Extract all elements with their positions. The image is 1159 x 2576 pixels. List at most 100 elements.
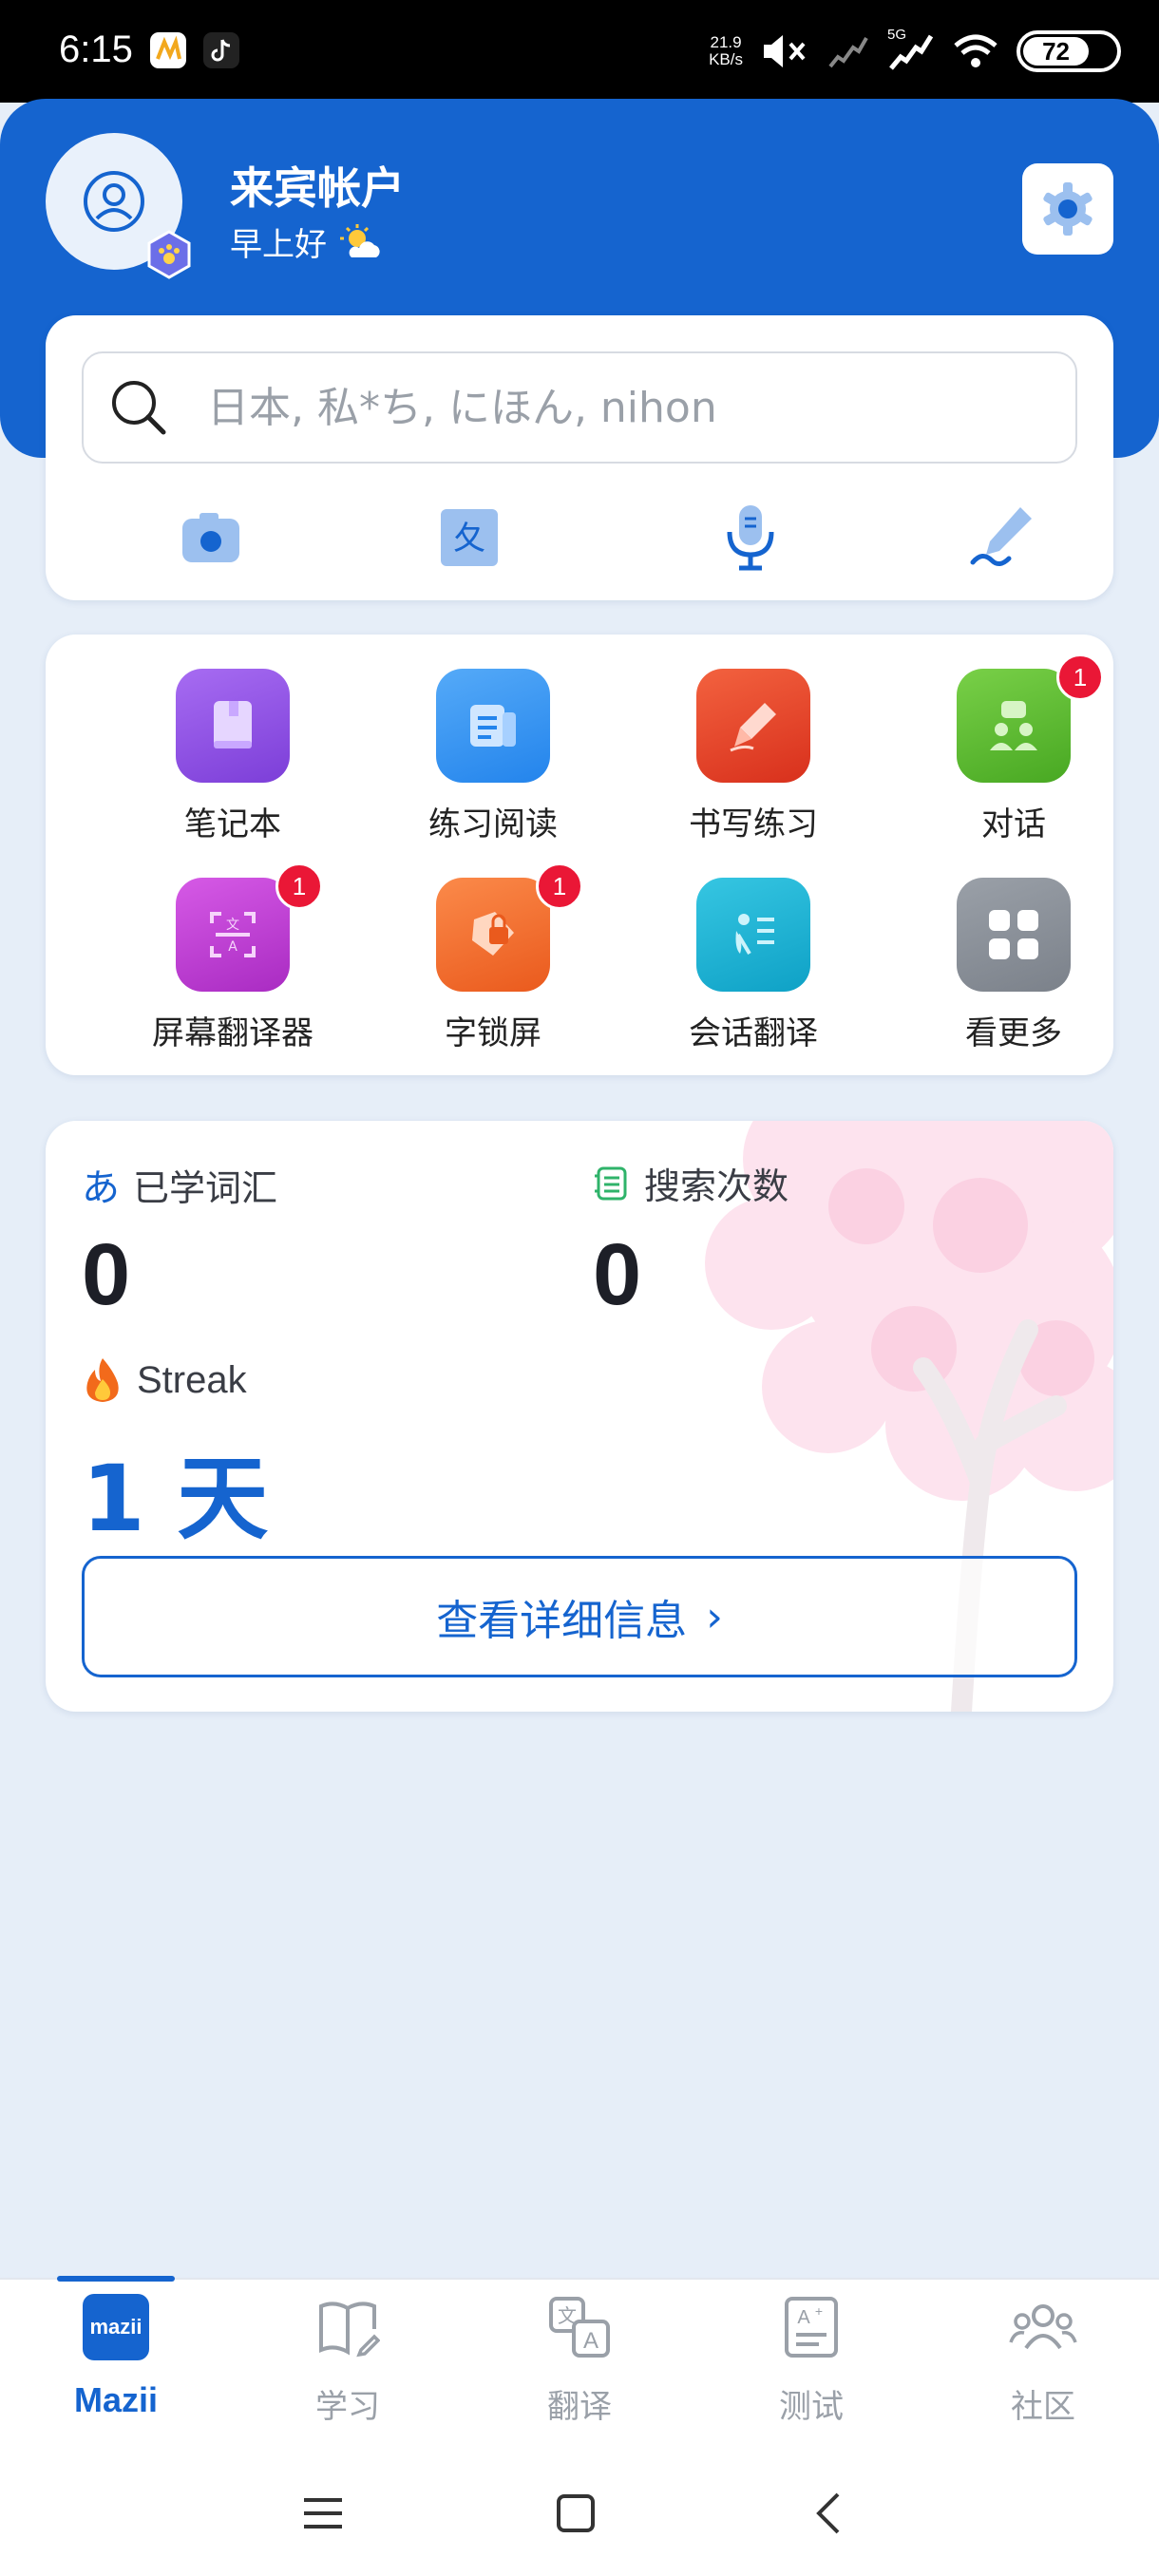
app-screen-translator[interactable]: 文A 1 屏幕翻译器 bbox=[114, 843, 352, 1052]
app-conversation[interactable]: 1 对话 bbox=[895, 635, 1132, 843]
app-see-more[interactable]: 看更多 bbox=[895, 843, 1132, 1052]
app-label: 字锁屏 bbox=[445, 1014, 542, 1052]
app-label: 笔记本 bbox=[184, 805, 281, 843]
community-icon bbox=[1009, 2293, 1077, 2361]
handwriting-button[interactable] bbox=[963, 500, 1039, 576]
app-label: 对话 bbox=[981, 805, 1046, 843]
translate-icon: 夂 bbox=[441, 509, 498, 566]
view-details-label: 查看详细信息 bbox=[436, 1597, 688, 1645]
account-title[interactable]: 来宾帐户 bbox=[230, 154, 405, 217]
search-icon bbox=[112, 381, 166, 435]
svg-text:夂: 夂 bbox=[453, 520, 485, 558]
mute-icon bbox=[764, 35, 806, 67]
app-notebook[interactable]: 笔记本 bbox=[114, 635, 352, 843]
tab-label: Mazii bbox=[73, 2380, 158, 2419]
reading-icon bbox=[436, 669, 550, 783]
notification-badge: 1 bbox=[536, 862, 583, 910]
streak-value: 1 天 bbox=[82, 1446, 269, 1552]
search-box[interactable] bbox=[82, 351, 1077, 464]
voice-button[interactable] bbox=[712, 500, 788, 576]
tab-label: 翻译 bbox=[547, 2388, 612, 2426]
signal-5g-icon: 5G bbox=[887, 27, 935, 72]
app-label: 练习阅读 bbox=[428, 805, 558, 843]
svg-text:A: A bbox=[228, 939, 238, 955]
paw-badge-icon bbox=[147, 230, 191, 279]
app-lock-screen[interactable]: 1 字锁屏 bbox=[374, 843, 612, 1052]
search-count-value: 0 bbox=[593, 1226, 642, 1323]
search-history-icon bbox=[595, 1166, 627, 1200]
camera-button[interactable] bbox=[173, 500, 249, 576]
status-icons: 21.9 KB/s 5G 72 bbox=[709, 23, 1121, 80]
status-time: 6:15 bbox=[59, 28, 133, 70]
back-chevron-icon bbox=[816, 2492, 840, 2534]
status-bar: 6:15 21.9 KB/s 5G 72 bbox=[0, 0, 1159, 103]
svg-text:+: + bbox=[815, 2303, 823, 2319]
learned-vocab-value: 0 bbox=[82, 1226, 131, 1323]
svg-text:A: A bbox=[797, 2307, 810, 2328]
screen-translate-icon: 文A bbox=[176, 878, 290, 992]
app-writing-practice[interactable]: 书写练习 bbox=[635, 635, 872, 843]
book-icon bbox=[314, 2293, 382, 2361]
chevron-right-icon: › bbox=[706, 1592, 723, 1641]
app-talk-translate[interactable]: 会话翻译 bbox=[635, 843, 872, 1052]
home-button[interactable] bbox=[538, 2475, 614, 2551]
active-tab-indicator bbox=[57, 2276, 175, 2282]
tab-label: 学习 bbox=[315, 2388, 380, 2426]
network-speed: 21.9 KB/s bbox=[709, 33, 743, 68]
tab-label: 测试 bbox=[779, 2388, 844, 2426]
search-count-label: 搜索次数 bbox=[593, 1157, 788, 1209]
svg-text:A: A bbox=[583, 2328, 598, 2354]
back-button[interactable] bbox=[790, 2475, 866, 2551]
streak-label: Streak bbox=[82, 1356, 247, 1404]
battery-icon: 72 bbox=[1016, 30, 1121, 72]
greeting-text: 早上好 bbox=[230, 226, 327, 264]
app-label: 书写练习 bbox=[689, 805, 818, 843]
settings-button[interactable] bbox=[1022, 163, 1113, 255]
app-label: 屏幕翻译器 bbox=[152, 1014, 314, 1052]
tab-mazii[interactable]: mazii Mazii bbox=[21, 2293, 211, 2435]
input-tools: 夂 bbox=[46, 494, 1113, 579]
handwriting-icon bbox=[970, 507, 1032, 566]
conversation-icon bbox=[957, 669, 1071, 783]
menu-button[interactable] bbox=[285, 2475, 361, 2551]
home-square-icon bbox=[557, 2494, 595, 2532]
tiktok-notification-icon bbox=[203, 32, 239, 68]
bottom-navigation: mazii Mazii 学习 文A 翻译 A + 测试 社区 bbox=[0, 2276, 1159, 2441]
grid-more-icon bbox=[957, 878, 1071, 992]
apps-card: 笔记本 练习阅读 书写练习 1 对话 文A 1 屏幕翻译器 1 字锁屏 会话翻译… bbox=[46, 635, 1113, 1075]
view-details-button[interactable]: 查看详细信息 › bbox=[82, 1556, 1077, 1677]
app-notification-icon bbox=[150, 32, 186, 68]
talk-translate-icon bbox=[696, 878, 810, 992]
search-input[interactable] bbox=[207, 383, 1043, 432]
notification-badge: 1 bbox=[276, 862, 323, 910]
pen-icon bbox=[696, 669, 810, 783]
user-icon bbox=[84, 171, 144, 232]
stats-card: あ 已学词汇 0 搜索次数 0 Streak 1 天 查看详细信息 › bbox=[46, 1121, 1113, 1712]
notebook-icon bbox=[176, 669, 290, 783]
app-reading-practice[interactable]: 练习阅读 bbox=[374, 635, 612, 843]
tab-study[interactable]: 学习 bbox=[253, 2293, 443, 2435]
learned-vocab-label: あ 已学词汇 bbox=[82, 1157, 277, 1212]
app-label: 看更多 bbox=[965, 1014, 1062, 1052]
svg-text:文: 文 bbox=[226, 918, 239, 933]
tab-test[interactable]: A + 测试 bbox=[716, 2293, 906, 2435]
mazii-logo-icon: mazii bbox=[82, 2293, 150, 2361]
tab-community[interactable]: 社区 bbox=[948, 2293, 1138, 2435]
gear-icon bbox=[1043, 182, 1092, 236]
signal-icon bbox=[828, 37, 868, 68]
menu-icon bbox=[304, 2498, 342, 2529]
wifi-icon bbox=[954, 34, 998, 67]
translate-icon: 文A bbox=[545, 2293, 614, 2361]
sun-cloud-icon bbox=[340, 223, 380, 257]
tab-translate[interactable]: 文A 翻译 bbox=[484, 2293, 674, 2435]
flame-icon bbox=[86, 1358, 119, 1402]
microphone-icon bbox=[727, 505, 774, 571]
translate-button[interactable]: 夂 bbox=[431, 500, 507, 576]
camera-icon bbox=[182, 513, 239, 562]
system-navigation-bar bbox=[0, 2441, 1159, 2576]
tab-label: 社区 bbox=[1011, 2388, 1075, 2426]
lock-screen-icon bbox=[436, 878, 550, 992]
hiragana-icon: あ bbox=[82, 1166, 120, 1210]
app-label: 会话翻译 bbox=[689, 1014, 818, 1052]
test-icon: A + bbox=[777, 2293, 846, 2361]
